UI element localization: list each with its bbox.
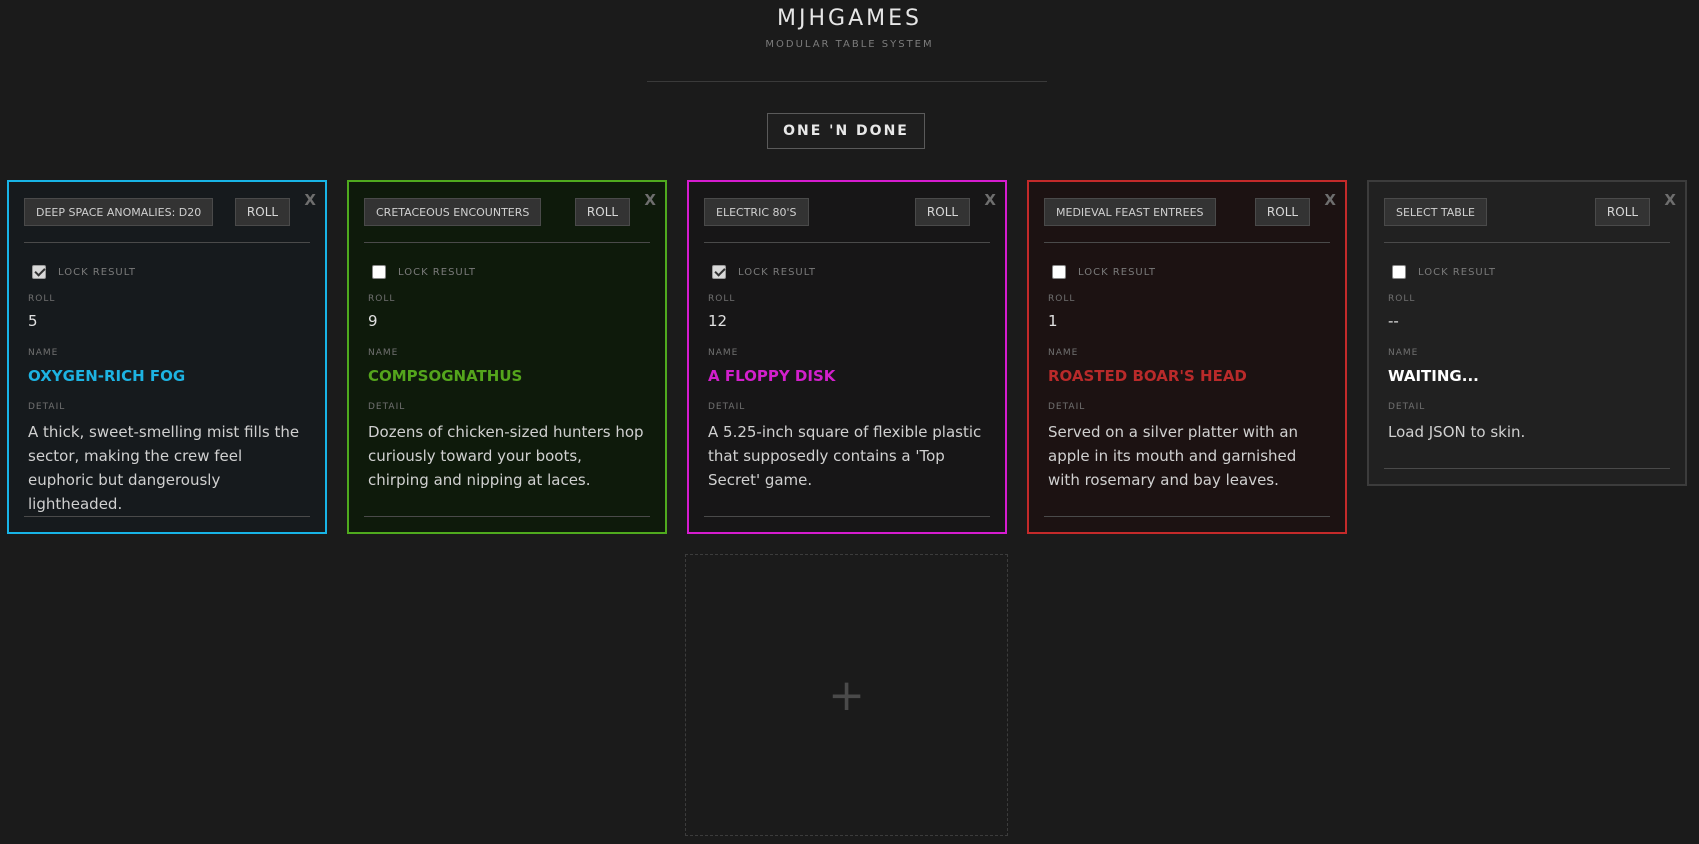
lock-result-label: LOCK RESULT: [1078, 266, 1157, 278]
result-detail: Load JSON to skin.: [1388, 423, 1526, 441]
roll-field-label: ROLL: [708, 294, 736, 304]
table-card: ELECTRIC 80'S ROLL X LOCK RESULT ROLL 12…: [687, 180, 1007, 534]
table-select[interactable]: MEDIEVAL FEAST ENTREES: [1044, 198, 1216, 226]
lock-result-row: LOCK RESULT: [1392, 265, 1496, 279]
card-body: DEEP SPACE ANOMALIES: D20 ROLL X LOCK RE…: [24, 182, 316, 532]
lock-result-checkbox[interactable]: [1392, 265, 1406, 279]
result-name: A FLOPPY DISK: [708, 367, 836, 385]
card-divider-bottom: [1384, 468, 1670, 469]
result-detail: Served on a silver platter with an apple…: [1048, 423, 1299, 489]
table-card: CRETACEOUS ENCOUNTERS ROLL X LOCK RESULT…: [347, 180, 667, 534]
one-n-done-button[interactable]: ONE 'N DONE: [767, 113, 925, 149]
card-divider-bottom: [704, 516, 990, 517]
card-divider-bottom: [24, 516, 310, 517]
table-select[interactable]: DEEP SPACE ANOMALIES: D20: [24, 198, 214, 226]
lock-result-checkbox[interactable]: [1052, 265, 1066, 279]
roll-button[interactable]: ROLL: [1595, 198, 1650, 226]
card-divider-top: [704, 242, 990, 243]
name-field-label: NAME: [28, 348, 59, 358]
detail-field-label: DETAIL: [1048, 402, 1086, 412]
roll-button[interactable]: ROLL: [915, 198, 970, 226]
lock-result-row: LOCK RESULT: [372, 265, 476, 279]
name-field-label: NAME: [1388, 348, 1419, 358]
detail-field-label: DETAIL: [1388, 402, 1426, 412]
lock-result-row: LOCK RESULT: [32, 265, 136, 279]
result-name: COMPSOGNATHUS: [368, 367, 523, 385]
result-name: OXYGEN-RICH FOG: [28, 367, 186, 385]
roll-value: 5: [28, 312, 38, 330]
roll-button[interactable]: ROLL: [1255, 198, 1310, 226]
site-subtitle: MODULAR TABLE SYSTEM: [765, 39, 934, 50]
lock-result-label: LOCK RESULT: [738, 266, 817, 278]
table-select[interactable]: CRETACEOUS ENCOUNTERS: [364, 198, 542, 226]
card-divider-top: [364, 242, 650, 243]
lock-result-checkbox[interactable]: [32, 265, 46, 279]
lock-result-row: LOCK RESULT: [1052, 265, 1156, 279]
card-divider-top: [1384, 242, 1670, 243]
roll-value: 9: [368, 312, 378, 330]
roll-value: 1: [1048, 312, 1058, 330]
close-card-button[interactable]: X: [1664, 191, 1676, 209]
table-card: MEDIEVAL FEAST ENTREES ROLL X LOCK RESUL…: [1027, 180, 1347, 534]
add-table-slot[interactable]: +: [685, 554, 1008, 836]
lock-result-checkbox[interactable]: [712, 265, 726, 279]
close-card-button[interactable]: X: [1324, 191, 1336, 209]
roll-field-label: ROLL: [1388, 294, 1416, 304]
name-field-label: NAME: [708, 348, 739, 358]
detail-field-label: DETAIL: [708, 402, 746, 412]
site-title: MJHGAMES: [777, 6, 922, 31]
roll-button[interactable]: ROLL: [575, 198, 630, 226]
lock-result-label: LOCK RESULT: [398, 266, 477, 278]
card-body: SELECT TABLE ROLL X LOCK RESULT ROLL -- …: [1384, 182, 1676, 484]
name-field-label: NAME: [1048, 348, 1079, 358]
header-divider: [647, 81, 1047, 82]
result-detail: A 5.25-inch square of flexible plastic t…: [708, 423, 982, 489]
result-detail: Dozens of chicken-sized hunters hop curi…: [368, 423, 644, 489]
card-divider-bottom: [364, 516, 650, 517]
close-card-button[interactable]: X: [644, 191, 656, 209]
name-field-label: NAME: [368, 348, 399, 358]
roll-field-label: ROLL: [1048, 294, 1076, 304]
lock-result-label: LOCK RESULT: [1418, 266, 1497, 278]
detail-field-label: DETAIL: [28, 402, 66, 412]
close-card-button[interactable]: X: [304, 191, 316, 209]
lock-result-checkbox[interactable]: [372, 265, 386, 279]
roll-button[interactable]: ROLL: [235, 198, 290, 226]
lock-result-row: LOCK RESULT: [712, 265, 816, 279]
card-divider-bottom: [1044, 516, 1330, 517]
roll-value: --: [1388, 312, 1399, 330]
roll-field-label: ROLL: [28, 294, 56, 304]
page: MJHGAMES MODULAR TABLE SYSTEM ONE 'N DON…: [0, 0, 1699, 844]
card-body: ELECTRIC 80'S ROLL X LOCK RESULT ROLL 12…: [704, 182, 996, 532]
table-card: DEEP SPACE ANOMALIES: D20 ROLL X LOCK RE…: [7, 180, 327, 534]
roll-value: 12: [708, 312, 728, 330]
plus-icon: +: [828, 669, 865, 721]
card-body: MEDIEVAL FEAST ENTREES ROLL X LOCK RESUL…: [1044, 182, 1336, 532]
lock-result-label: LOCK RESULT: [58, 266, 137, 278]
result-name: ROASTED BOAR'S HEAD: [1048, 367, 1247, 385]
table-select[interactable]: ELECTRIC 80'S: [704, 198, 809, 226]
card-divider-top: [24, 242, 310, 243]
table-card: SELECT TABLE ROLL X LOCK RESULT ROLL -- …: [1367, 180, 1687, 486]
roll-field-label: ROLL: [368, 294, 396, 304]
detail-field-label: DETAIL: [368, 402, 406, 412]
card-body: CRETACEOUS ENCOUNTERS ROLL X LOCK RESULT…: [364, 182, 656, 532]
table-select[interactable]: SELECT TABLE: [1384, 198, 1487, 226]
result-name: WAITING...: [1388, 367, 1479, 385]
close-card-button[interactable]: X: [984, 191, 996, 209]
card-divider-top: [1044, 242, 1330, 243]
result-detail: A thick, sweet-smelling mist fills the s…: [28, 423, 300, 513]
